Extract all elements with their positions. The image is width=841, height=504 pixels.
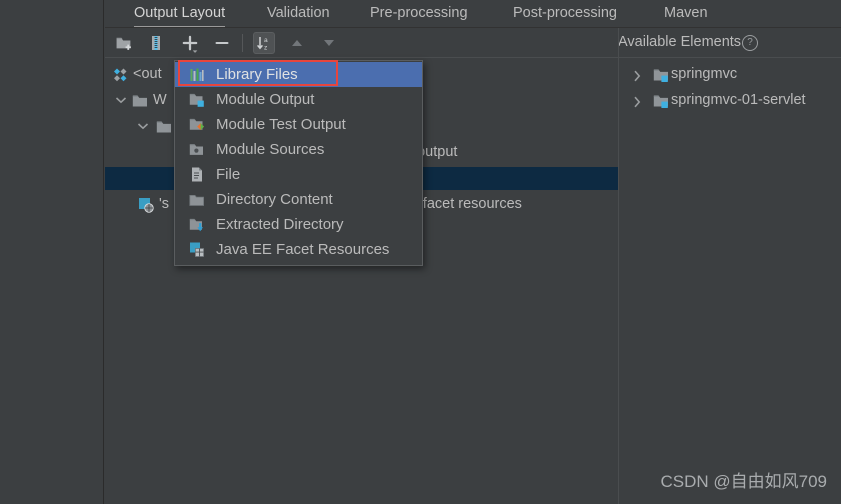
plus-icon <box>181 34 199 54</box>
available-element-springmvc[interactable]: springmvc <box>619 63 841 86</box>
menu-item-library-files[interactable]: Library Files <box>175 62 422 87</box>
menu-item-label: Extracted Directory <box>216 216 344 233</box>
sort-az-icon: az <box>256 35 272 51</box>
available-elements-tree[interactable]: springmvc springmvc-01-servlet <box>619 58 841 504</box>
menu-item-label: Directory Content <box>216 191 333 208</box>
svg-text:z: z <box>264 44 267 51</box>
artifact-toolbar: Available Elements? az <box>105 28 841 57</box>
archive-icon <box>148 34 164 52</box>
remove-button[interactable] <box>211 32 233 54</box>
available-element-springmvc-01-servlet[interactable]: springmvc-01-servlet <box>619 89 841 112</box>
minus-icon <box>213 35 231 51</box>
chevron-right-icon[interactable] <box>633 63 645 86</box>
move-down-button[interactable] <box>318 32 340 54</box>
module-output-icon <box>189 91 205 107</box>
available-element-label: springmvc <box>671 66 738 82</box>
chevron-down-icon[interactable] <box>137 115 149 138</box>
artifact-diamond-icon <box>112 67 128 83</box>
menu-item-label: Java EE Facet Resources <box>216 241 390 258</box>
folder-add-icon <box>116 35 133 52</box>
tree-row-label: ' facet resources <box>416 196 522 212</box>
sort-button[interactable]: az <box>253 32 275 54</box>
available-elements-label: Available Elements <box>618 34 742 50</box>
watermark: CSDN @自由如风709 <box>660 472 827 491</box>
triangle-down-icon <box>321 35 337 51</box>
create-archive-button[interactable] <box>145 32 167 54</box>
module-sources-icon <box>189 141 205 157</box>
menu-item-label: Module Test Output <box>216 116 346 133</box>
chevron-right-icon[interactable] <box>633 89 645 112</box>
tab-validation[interactable]: Validation <box>267 0 330 28</box>
menu-item-module-test-output[interactable]: Module Test Output <box>175 112 422 137</box>
module-folder-icon <box>653 67 669 83</box>
menu-item-label: File <box>216 166 241 183</box>
tree-row-label: W <box>153 92 167 108</box>
left-gutter <box>0 0 104 504</box>
tab-pre-processing[interactable]: Pre-processing <box>370 0 468 28</box>
directory-icon <box>189 191 205 207</box>
menu-item-directory-content[interactable]: Directory Content <box>175 187 422 212</box>
tab-strip: Output Layout Validation Pre-processing Pos… <box>105 0 841 28</box>
add-copy-button[interactable] <box>179 32 201 54</box>
menu-item-extracted-directory[interactable]: Extracted Directory <box>175 212 422 237</box>
extracted-directory-icon <box>189 216 205 232</box>
menu-item-module-output[interactable]: Module Output <box>175 87 422 112</box>
chevron-down-icon[interactable] <box>115 89 127 112</box>
create-directory-button[interactable] <box>113 32 135 54</box>
folder-icon <box>132 93 148 109</box>
menu-item-file[interactable]: File <box>175 162 422 187</box>
menu-item-label: Library Files <box>216 66 298 83</box>
available-elements-title: Available Elements? <box>618 34 759 51</box>
folder-icon <box>156 119 172 135</box>
tab-maven[interactable]: Maven <box>664 0 708 28</box>
add-element-popup-menu[interactable]: Library Files Module Output Module Test Ou… <box>174 60 423 266</box>
tab-post-processing[interactable]: Post-processing <box>513 0 617 28</box>
menu-item-label: Module Sources <box>216 141 325 158</box>
triangle-up-icon <box>289 35 305 51</box>
file-icon <box>189 166 205 182</box>
tab-output-layout[interactable]: Output Layout <box>134 0 226 28</box>
module-test-output-icon <box>189 116 205 132</box>
help-icon[interactable]: ? <box>742 35 759 51</box>
svg-text:a: a <box>264 37 268 44</box>
available-element-label: springmvc-01-servlet <box>671 92 806 108</box>
menu-item-java-ee-facet-resources[interactable]: Java EE Facet Resources <box>175 237 422 262</box>
tree-row-label: <out <box>133 66 162 82</box>
toolbar-separator <box>242 34 243 52</box>
move-up-button[interactable] <box>286 32 308 54</box>
library-files-icon <box>189 66 205 82</box>
module-folder-icon <box>653 93 669 109</box>
menu-item-label: Module Output <box>216 91 315 108</box>
javaee-facet-icon <box>189 241 205 257</box>
menu-item-module-sources[interactable]: Module Sources <box>175 137 422 162</box>
